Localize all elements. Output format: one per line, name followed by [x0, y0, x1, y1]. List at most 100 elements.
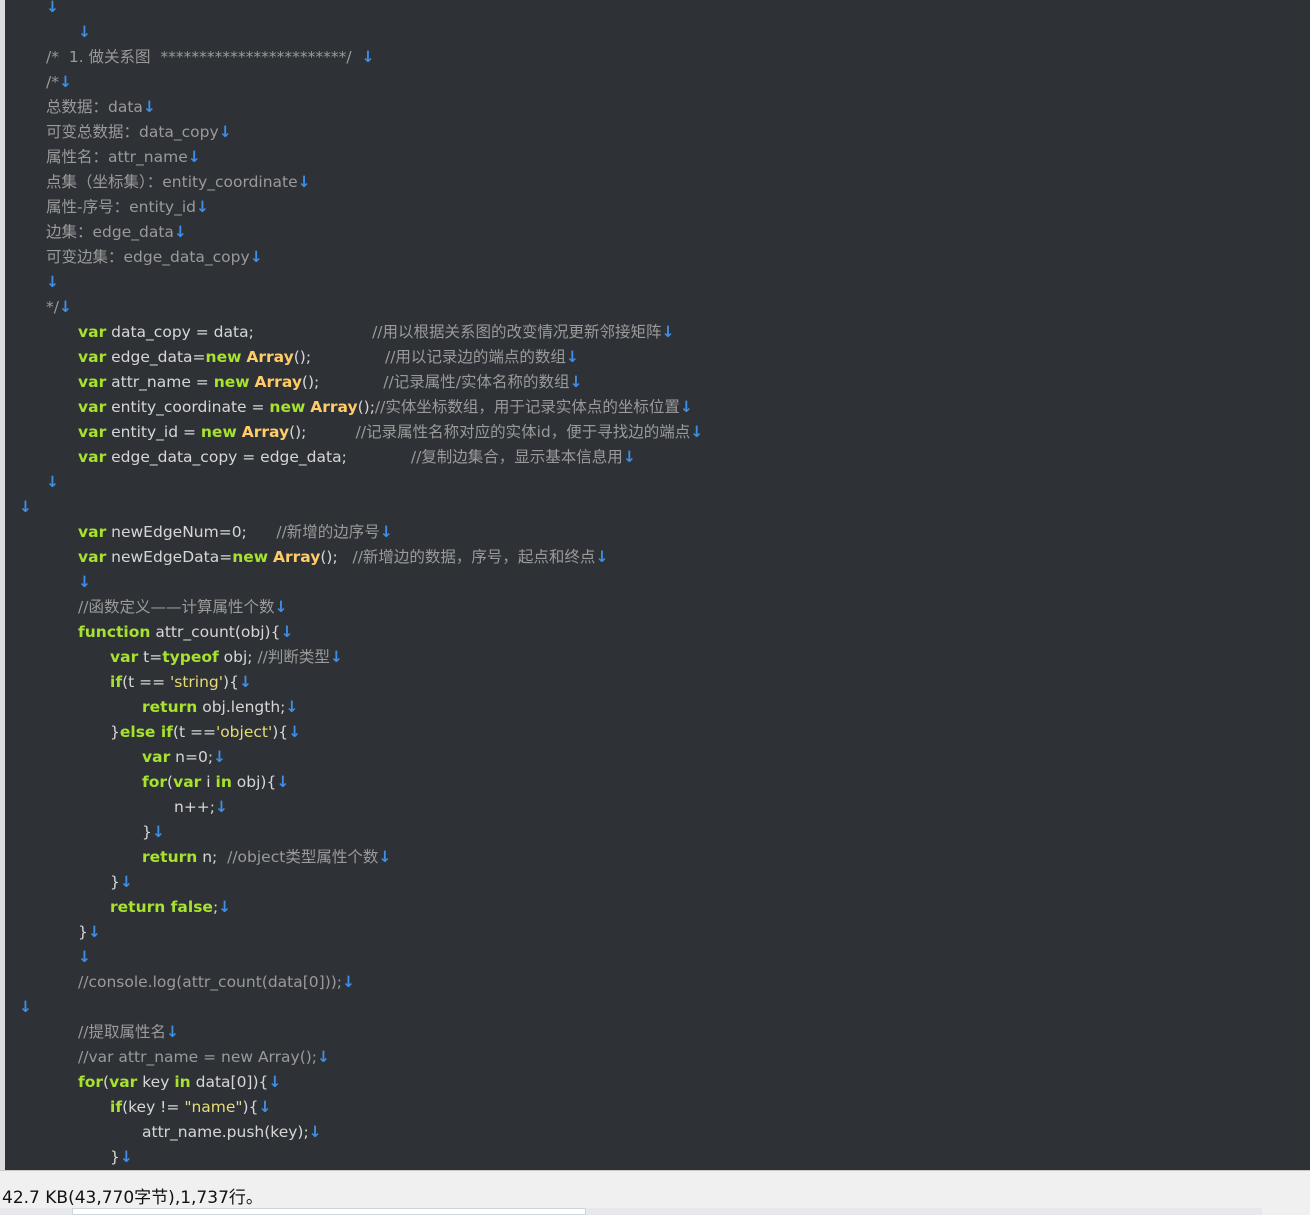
code-line[interactable]: }↓ — [110, 1145, 133, 1170]
comment-token: //记录属性/实体名称的数组 — [383, 373, 570, 391]
code-line[interactable]: for(var key in data[0]){↓ — [78, 1070, 281, 1095]
code-line[interactable]: var entity_id = new Array(); //记录属性名称对应的… — [78, 420, 703, 445]
comment-token: //var attr_name = new Array(); — [78, 1048, 318, 1066]
newline-marker-icon: ↓ — [46, 0, 59, 16]
code-line[interactable]: }↓ — [110, 870, 133, 895]
keyword-token: var — [109, 1073, 138, 1091]
code-token: key — [137, 1073, 175, 1091]
newline-marker-icon: ↓ — [361, 48, 375, 66]
code-line[interactable]: var t=typeof obj; //判断类型↓ — [110, 645, 343, 670]
code-token: ){ — [223, 673, 239, 691]
code-line[interactable]: ↓ — [46, 0, 59, 20]
code-line[interactable]: */↓ — [46, 295, 72, 320]
code-token: newEdgeNum=0; — [106, 523, 277, 541]
code-line[interactable]: ↓ — [19, 995, 32, 1020]
comment-token: //新增边的数据，序号，起点和终点 — [352, 548, 596, 566]
scrollbar-thumb[interactable] — [72, 1208, 586, 1215]
newline-marker-icon: ↓ — [308, 1123, 322, 1141]
comment-token: //函数定义——计算属性个数 — [78, 598, 275, 616]
code-line[interactable]: var data_copy = data; //用以根据关系图的改变情况更新邻接… — [78, 320, 675, 345]
code-token: data_copy = data; — [106, 323, 373, 341]
code-line[interactable]: 可变总数据：data_copy↓ — [46, 120, 232, 145]
code-editor[interactable]: ↓ ↓ /* 1. 做关系图 ************************/ ↓… — [0, 0, 1310, 1170]
code-token: } — [110, 723, 120, 741]
newline-marker-icon: ↓ — [187, 148, 201, 166]
code-line[interactable]: ↓ — [78, 570, 91, 595]
code-line[interactable]: var newEdgeNum=0; //新增的边序号↓ — [78, 520, 393, 545]
comment-token: 可变边集：edge_data_copy — [46, 248, 250, 266]
keyword-token: in — [174, 1073, 191, 1091]
code-line[interactable]: var attr_name = new Array(); //记录属性/实体名称… — [78, 370, 582, 395]
code-line[interactable]: ↓ — [19, 495, 32, 520]
code-token: (); — [357, 398, 375, 416]
newline-marker-icon: ↓ — [218, 123, 232, 141]
code-token: data[0]){ — [190, 1073, 269, 1091]
code-line[interactable]: attr_name.push(key);↓ — [142, 1120, 322, 1145]
code-line[interactable]: return obj.length;↓ — [142, 695, 298, 720]
comment-token: //实体坐标数组，用于记录实体点的坐标位置 — [374, 398, 680, 416]
code-token: } — [110, 1148, 120, 1166]
code-line[interactable]: //var attr_name = new Array();↓ — [78, 1045, 330, 1070]
class-token: Array — [310, 398, 358, 416]
code-token: t= — [138, 648, 163, 666]
code-line[interactable]: //console.log(attr_count(data[0]));↓ — [78, 970, 355, 995]
code-line[interactable]: 可变边集：edge_data_copy↓ — [46, 245, 263, 270]
newline-marker-icon: ↓ — [565, 348, 579, 366]
code-line[interactable]: ↓ — [46, 270, 59, 295]
comment-token: /* 1. 做关系图 ************************/ — [46, 48, 362, 66]
newline-marker-icon: ↓ — [58, 73, 72, 91]
keyword-token: in — [215, 773, 232, 791]
code-line[interactable]: var newEdgeData=new Array(); //新增边的数据，序号… — [78, 545, 608, 570]
code-line[interactable]: }↓ — [142, 820, 165, 845]
keyword-token: for — [142, 773, 168, 791]
keyword-token: var — [78, 373, 107, 391]
code-line[interactable]: /*↓ — [46, 70, 72, 95]
code-token: } — [142, 823, 152, 841]
code-line[interactable]: }else if(t =='object'){↓ — [110, 720, 301, 745]
keyword-token: new — [213, 373, 250, 391]
code-line[interactable]: n++;↓ — [174, 795, 228, 820]
code-line[interactable]: //函数定义——计算属性个数↓ — [78, 595, 287, 620]
code-line[interactable]: 点集（坐标集）：entity_coordinate↓ — [46, 170, 311, 195]
comment-token: //复制边集合，显示基本信息用 — [410, 448, 623, 466]
code-token: attr_count(obj){ — [150, 623, 281, 641]
keyword-token: var — [110, 648, 139, 666]
code-line[interactable]: var edge_data_copy = edge_data; //复制边集合，… — [78, 445, 636, 470]
code-line[interactable]: 边集：edge_data↓ — [46, 220, 187, 245]
newline-marker-icon: ↓ — [165, 1023, 179, 1041]
code-line[interactable]: 属性名：attr_name↓ — [46, 145, 201, 170]
horizontal-scrollbar[interactable] — [0, 1208, 1262, 1215]
code-token: ){ — [272, 723, 289, 741]
code-line[interactable]: for(var i in obj){↓ — [142, 770, 289, 795]
code-line[interactable]: var edge_data=new Array(); //用以记录边的端点的数组… — [78, 345, 579, 370]
newline-marker-icon: ↓ — [249, 248, 263, 266]
code-line[interactable]: ↓ — [78, 20, 91, 45]
code-line[interactable]: return n; //object类型属性个数↓ — [142, 845, 391, 870]
code-line[interactable]: ↓ — [46, 470, 59, 495]
comment-token: //提取属性名 — [78, 1023, 166, 1041]
code-line[interactable]: if(t == 'string'){↓ — [110, 670, 252, 695]
keyword-token: new — [269, 398, 306, 416]
newline-marker-icon: ↓ — [218, 898, 232, 916]
keyword-token: var — [78, 523, 107, 541]
file-info-text: 42.7 KB(43,770字节),1,737行。 — [2, 1188, 263, 1208]
comment-token: 点集（坐标集）：entity_coordinate — [46, 173, 298, 191]
newline-marker-icon: ↓ — [285, 698, 299, 716]
code-line[interactable]: //提取属性名↓ — [78, 1020, 179, 1045]
code-line[interactable]: if(key != "name"){↓ — [110, 1095, 271, 1120]
code-line[interactable]: 属性-序号：entity_id↓ — [46, 195, 209, 220]
code-line[interactable]: var n=0;↓ — [142, 745, 226, 770]
code-line[interactable]: /* 1. 做关系图 ************************/ ↓ — [46, 45, 374, 70]
code-line[interactable]: }↓ — [78, 920, 101, 945]
newline-marker-icon: ↓ — [690, 423, 704, 441]
code-token: obj; — [218, 648, 258, 666]
code-line[interactable]: return false;↓ — [110, 895, 231, 920]
comment-token: //用以根据关系图的改变情况更新邻接矩阵 — [372, 323, 662, 341]
code-line[interactable]: 总数据：data↓ — [46, 95, 156, 120]
code-line[interactable]: ↓ — [78, 945, 91, 970]
code-line[interactable]: function attr_count(obj){↓ — [78, 620, 293, 645]
comment-token: */ — [46, 298, 59, 316]
code-line[interactable]: var entity_coordinate = new Array();//实体… — [78, 395, 693, 420]
code-token: obj.length; — [197, 698, 286, 716]
newline-marker-icon: ↓ — [78, 948, 91, 966]
